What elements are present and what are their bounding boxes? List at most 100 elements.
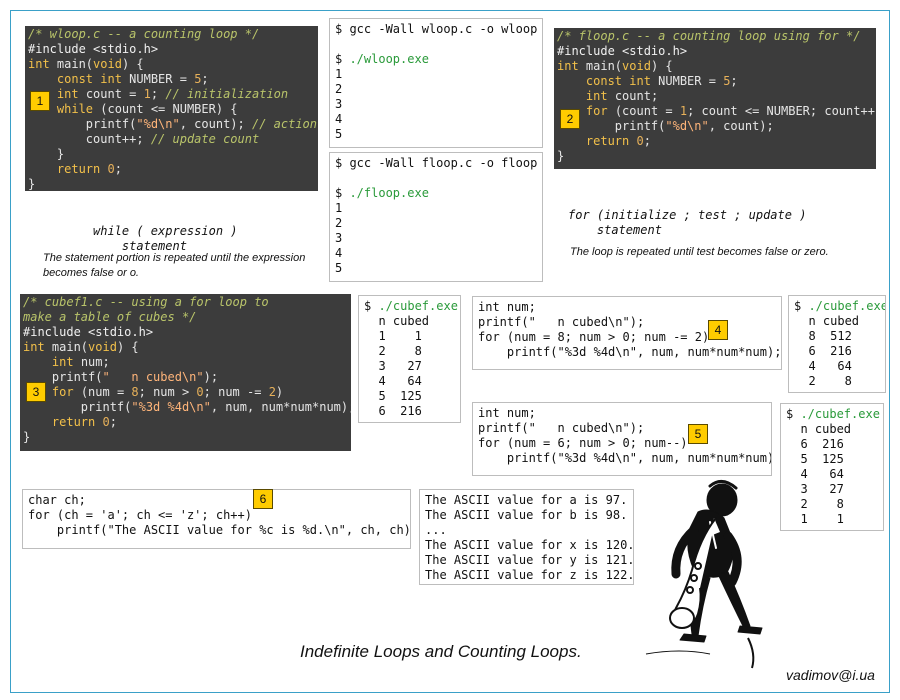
code-token: const int <box>585 74 651 88</box>
code-token: 1 1 <box>786 512 844 526</box>
code-token: count = <box>78 87 144 101</box>
code-token: ; num -= <box>203 385 269 399</box>
code-line: 5 <box>335 127 537 142</box>
code-line: 6 216 <box>794 344 880 359</box>
code-line: 5 <box>335 261 537 276</box>
badge-4: 4 <box>708 320 728 340</box>
code-token: 3 <box>335 97 343 111</box>
code-line: char ch; <box>28 493 405 508</box>
code-line: printf("%3d %4d\n", num, num*num*num); <box>478 451 771 466</box>
code-token: } <box>23 430 31 444</box>
code-line: The ASCII value for y is 121. <box>425 553 633 568</box>
code-token: void <box>93 57 122 71</box>
badge-6: 6 <box>253 489 273 509</box>
code-token: return <box>56 162 101 176</box>
code-line: 1 <box>335 201 537 216</box>
code-line: 2 8 <box>786 497 878 512</box>
code-token: #include <stdio.h> <box>28 42 159 56</box>
code-token: 0 <box>107 162 115 176</box>
code-token: ; num > <box>138 385 197 399</box>
code-line: 6 216 <box>364 404 455 419</box>
code-token: int <box>557 59 579 73</box>
code-token: char ch; <box>28 493 86 507</box>
code-line: 4 64 <box>364 374 455 389</box>
code-line: for (num = 8; num > 0; num -= 2) <box>478 330 776 345</box>
code-token: printf( <box>28 117 137 131</box>
code-line: 2 8 <box>364 344 455 359</box>
code-token: ) { <box>116 340 139 354</box>
cubef-output-1: $ ./cubef.exe n cubed 1 1 2 8 3 27 4 64 … <box>358 295 461 423</box>
code-token: ./cubef.exe <box>800 407 880 421</box>
code-line: } <box>23 430 348 445</box>
code-token: 2 <box>335 216 343 230</box>
code-line: int main(void) { <box>557 59 873 74</box>
code-token: ... <box>425 523 447 537</box>
snippet-6: char ch; for (ch = 'a'; ch <= 'z'; ch++) … <box>22 489 411 549</box>
code-line: printf("The ASCII value for %c is %d.\n"… <box>28 523 410 538</box>
wloop-terminal-output: $ gcc -Wall wloop.c -o wloop $ ./wloop.ex… <box>329 18 543 148</box>
code-token: int <box>51 355 74 369</box>
code-token: ; <box>643 134 651 148</box>
code-line: 4 64 <box>794 359 880 374</box>
code-token: 3 27 <box>364 359 422 373</box>
code-token: 4 <box>335 246 343 260</box>
code-line: int count = 1; // initialization <box>28 87 315 102</box>
code-token: main( <box>578 59 623 73</box>
code-line: printf("%3d %4d\n", num, num*num*num); <box>23 400 351 415</box>
code-line: The ASCII value for b is 98. <box>425 508 628 523</box>
code-token: ./wloop.exe <box>349 52 429 66</box>
code-token: while <box>56 102 94 116</box>
code-token: #include <stdio.h> <box>557 44 688 58</box>
code-token: return <box>51 415 96 429</box>
code-token: main( <box>49 57 94 71</box>
code-line: The ASCII value for x is 120. <box>425 538 633 553</box>
code-line: n cubed <box>364 314 455 329</box>
code-line: return 0; <box>28 162 315 177</box>
code-line: return 0; <box>557 134 873 149</box>
code-token: $ <box>794 299 809 313</box>
code-line: /* wloop.c -- a counting loop */ <box>28 27 315 42</box>
code-token: 8 512 <box>794 329 852 343</box>
code-token: n cubed <box>364 314 430 328</box>
badge-3: 3 <box>26 382 46 402</box>
code-token: 0 <box>196 385 204 399</box>
code-token: $ <box>335 52 350 66</box>
code-line: n cubed <box>786 422 878 437</box>
code-token: The ASCII value for b is 98. <box>425 508 628 522</box>
code-token: The ASCII value for y is 121. <box>425 553 634 567</box>
code-token: 0 <box>102 415 110 429</box>
code-token: n cubed <box>794 314 860 328</box>
page-title: Indefinite Loops and Counting Loops. <box>300 642 582 661</box>
code-token: /* cubef1.c -- using a for loop to <box>23 295 269 309</box>
code-line: 1 1 <box>364 329 455 344</box>
code-token: "%d\n" <box>665 119 709 133</box>
code-token: , num, num*num*num); <box>210 400 351 414</box>
while-note: The statement portion is repeated until … <box>43 252 306 279</box>
code-token: 5 125 <box>786 452 844 466</box>
code-token: ; <box>150 87 166 101</box>
code-line: make a table of cubes */ <box>23 310 348 325</box>
saxophone-player-illustration <box>645 480 763 669</box>
code-line: /* floop.c -- a counting loop using for … <box>557 29 873 44</box>
badge-1: 1 <box>30 91 50 111</box>
code-line: $ ./cubef.exe <box>786 407 880 422</box>
code-line: $ ./cubef.exe <box>364 299 458 314</box>
code-line: /* cubef1.c -- using a for loop to <box>23 295 348 310</box>
code-token: n cubed <box>786 422 852 436</box>
code-line: 2 <box>335 82 537 97</box>
code-token: int num; <box>478 406 536 420</box>
code-token: ; <box>109 415 117 429</box>
code-token: for (ch = 'a'; ch <= 'z'; ch++) <box>28 508 252 522</box>
code-line: 1 1 <box>786 512 878 527</box>
code-line: #include <stdio.h> <box>23 325 348 340</box>
code-line: 1 <box>335 67 537 82</box>
code-token: 8 <box>131 385 139 399</box>
code-token: "%3d %4d\n" <box>131 400 211 414</box>
code-token: 2 8 <box>364 344 422 358</box>
code-line: ... <box>425 523 628 538</box>
code-line: printf("%3d %4d\n", num, num*num*num); <box>478 345 781 360</box>
